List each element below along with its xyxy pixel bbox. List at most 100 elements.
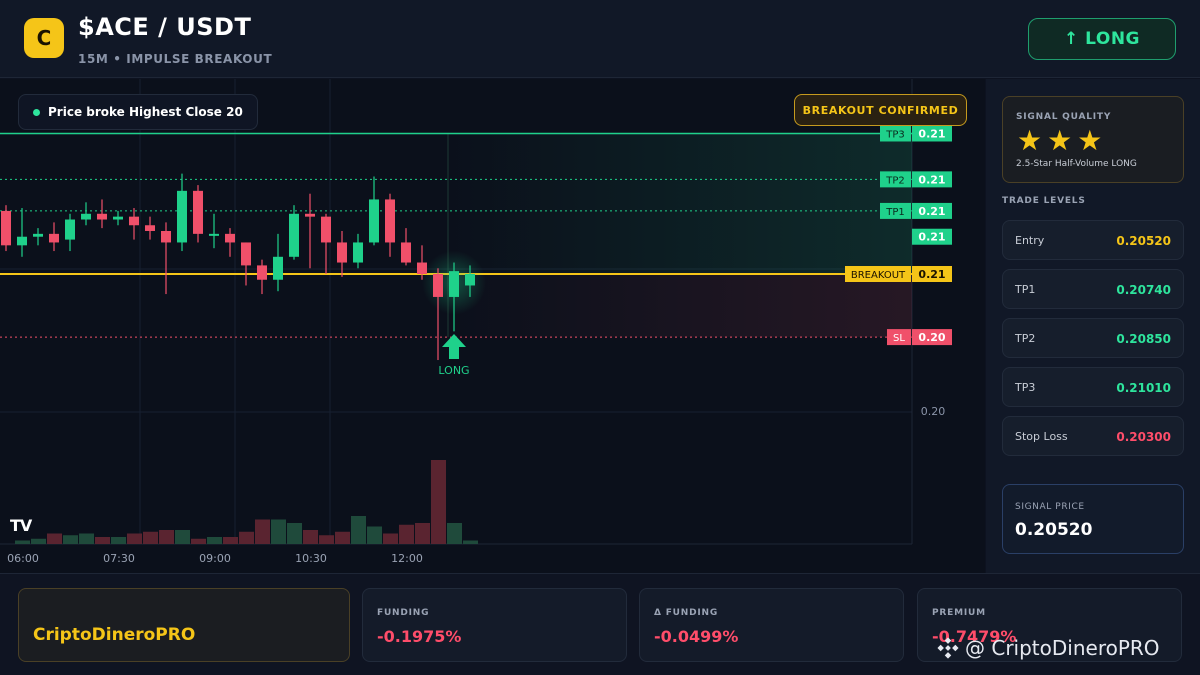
- star-rating-icon: ★★★: [1017, 124, 1108, 157]
- candle-body: [209, 233, 219, 236]
- volume-bar: [335, 531, 350, 544]
- volume-bar: [15, 540, 30, 544]
- candle-body: [465, 274, 475, 286]
- level-tag-name: TP2: [885, 175, 905, 186]
- level-tag-value: 0.21: [918, 127, 945, 140]
- volume-bar: [95, 537, 110, 544]
- signal-quality-card: SIGNAL QUALITY ★★★ 2.5-Star Half-Volume …: [1002, 96, 1184, 183]
- candle-body: [177, 190, 187, 243]
- tradingview-logo-icon: TV: [10, 516, 32, 535]
- stat-label: FUNDING: [377, 608, 430, 618]
- volume-bar: [127, 533, 142, 544]
- level-row-tp2: TP2 0.20850: [1002, 318, 1184, 358]
- candle-body: [433, 274, 443, 297]
- coin-logo-icon: C: [24, 18, 64, 58]
- info-pill-text: Price broke Highest Close 20: [48, 105, 243, 119]
- volume-bar: [31, 538, 46, 544]
- info-pill: Price broke Highest Close 20: [18, 94, 258, 130]
- watermark-text: @ CriptoDineroPRO: [965, 636, 1160, 660]
- candle-body: [353, 242, 363, 263]
- stat-label: PREMIUM: [932, 608, 986, 618]
- candle-body: [65, 219, 75, 240]
- right-panel: SIGNAL QUALITY ★★★ 2.5-Star Half-Volume …: [986, 79, 1200, 573]
- volume-bar: [159, 530, 174, 544]
- volume-bar: [287, 523, 302, 544]
- time-axis-label: 12:00: [391, 552, 423, 565]
- level-value: 0.21010: [1116, 381, 1171, 395]
- candle-body: [81, 213, 91, 220]
- level-tag-name: TP3: [885, 129, 905, 140]
- stat-value: -0.1975%: [377, 627, 462, 646]
- price-axis-label: 0.20: [921, 405, 946, 418]
- candle-body: [273, 256, 283, 280]
- price-chart[interactable]: LONG TP3 0.21 TP2 0.21 TP1 0.21 0.21 BREAKOUT 0.2…: [0, 79, 985, 573]
- volume-bar: [351, 516, 366, 544]
- candle-body: [241, 242, 251, 266]
- candle-body: [225, 233, 235, 243]
- candle-body: [193, 190, 203, 234]
- candle-body: [289, 213, 299, 257]
- signal-price-label: SIGNAL PRICE: [1015, 502, 1085, 512]
- volume-bar: [47, 533, 62, 544]
- candle-body: [113, 216, 123, 220]
- time-axis-label: 06:00: [7, 552, 39, 565]
- level-tag-value: 0.20: [918, 331, 945, 344]
- volume-bar: [175, 530, 190, 544]
- long-arrow-icon: [442, 334, 466, 359]
- volume-bar: [447, 523, 462, 544]
- long-button[interactable]: ↑ LONG: [1028, 18, 1176, 60]
- level-row-entry: Entry 0.20520: [1002, 220, 1184, 260]
- signal-quality-title: SIGNAL QUALITY: [1016, 112, 1112, 122]
- volume-bar: [303, 530, 318, 544]
- volume-bar: [431, 460, 446, 544]
- candle-body: [337, 242, 347, 263]
- candle-body: [129, 216, 139, 226]
- profit-zone: [448, 133, 912, 274]
- candle-body: [33, 233, 43, 237]
- level-tag-name: TP1: [885, 207, 905, 218]
- status-dot-icon: [33, 108, 40, 116]
- level-name: TP3: [1015, 381, 1036, 394]
- candle-body: [321, 216, 331, 243]
- candle-body: [305, 213, 315, 217]
- stat-label: Δ FUNDING: [654, 608, 719, 618]
- brand-name: CriptoDineroPRO: [33, 625, 196, 645]
- level-tag-value: 0.21: [918, 268, 945, 281]
- candlestick-chart[interactable]: LONG TP3 0.21 TP2 0.21 TP1 0.21 0.21 BREAKOUT 0.2…: [0, 79, 985, 573]
- candle-body: [145, 225, 155, 231]
- binance-logo-icon: [937, 637, 959, 659]
- long-signal-label: LONG: [438, 364, 469, 377]
- candle-body: [417, 262, 427, 274]
- bottom-stats-bar: CriptoDineroPRO FUNDING -0.1975% Δ FUNDI…: [0, 573, 1200, 675]
- trade-levels-title: TRADE LEVELS: [1002, 196, 1086, 206]
- volume-bar: [191, 538, 206, 544]
- volume-bar: [415, 523, 430, 544]
- loss-zone: [448, 274, 912, 338]
- level-row-tp1: TP1 0.20740: [1002, 269, 1184, 309]
- watermark: @ CriptoDineroPRO: [937, 636, 1160, 660]
- level-name: Stop Loss: [1015, 430, 1068, 443]
- time-axis-label: 07:30: [103, 552, 135, 565]
- level-row-tp3: TP3 0.21010: [1002, 367, 1184, 407]
- brand-card: CriptoDineroPRO: [18, 588, 350, 662]
- candle-body: [401, 242, 411, 263]
- volume-bar: [143, 531, 158, 544]
- candle-body: [1, 210, 11, 246]
- volume-bar: [79, 533, 94, 544]
- candle-body: [449, 271, 459, 297]
- volume-bar: [319, 535, 334, 544]
- time-axis-label: 10:30: [295, 552, 327, 565]
- volume-bar: [111, 537, 126, 544]
- level-name: TP2: [1015, 332, 1036, 345]
- level-tag-value: 0.21: [918, 205, 945, 218]
- level-value: 0.20300: [1116, 430, 1171, 444]
- volume-bar: [63, 535, 78, 544]
- level-row-stop-loss: Stop Loss 0.20300: [1002, 416, 1184, 456]
- volume-bar: [383, 533, 398, 544]
- stat-value: -0.0499%: [654, 627, 739, 646]
- volume-bar: [271, 519, 286, 544]
- signal-price-value: 0.20520: [1015, 520, 1093, 540]
- level-value: 0.20520: [1116, 234, 1171, 248]
- candle-body: [161, 230, 171, 243]
- volume-bar: [399, 524, 414, 544]
